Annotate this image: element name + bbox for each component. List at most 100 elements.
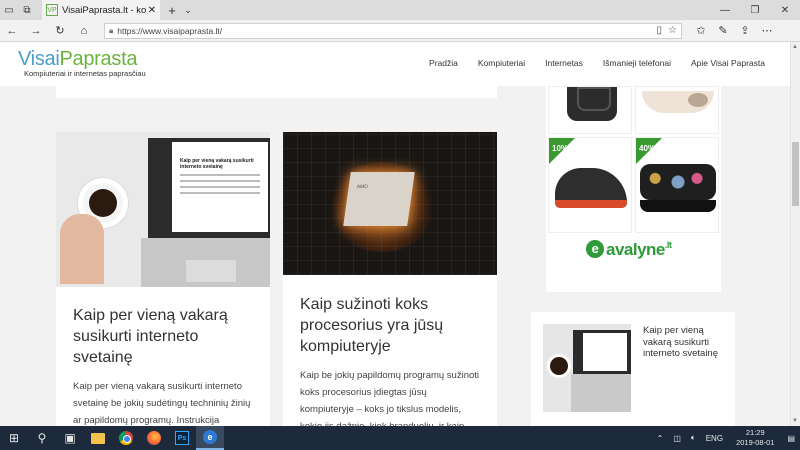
post-card[interactable]: AMD Kaip sužinoti koks procesorius yra j… xyxy=(283,132,497,426)
chrome-logo-icon xyxy=(119,431,133,445)
system-tray: ⌃ ◫ 🔈︎ ENG 21:29 2019-08-01 ▤ xyxy=(652,428,800,448)
thumb-keyboard xyxy=(571,374,631,412)
screen-document: Kaip per vieną vakarą susikurti internet… xyxy=(172,142,268,232)
window-controls: — ❐ ✕ xyxy=(710,5,800,16)
maximize-icon[interactable]: ❐ xyxy=(740,5,770,16)
logo-part-1: Visai xyxy=(18,48,60,70)
tab-title: VisaiPaprasta.lt - kompi xyxy=(62,4,146,16)
doc-line xyxy=(180,192,260,194)
photoshop-icon[interactable]: Ps xyxy=(168,426,196,450)
post-title[interactable]: Kaip per vieną vakarą susikurti internet… xyxy=(56,287,270,368)
windows-start-icon[interactable]: ⊞ xyxy=(0,426,28,450)
brand-tld: .lt xyxy=(664,240,672,250)
site-header: VisaiPaprasta Kompiuteriai ir internetas… xyxy=(0,42,790,86)
post-image-laptop[interactable]: Kaip per vieną vakarą susikurti internet… xyxy=(56,132,270,287)
back-icon[interactable]: ← xyxy=(0,25,24,37)
brand-name: avalyne xyxy=(606,240,665,259)
windows-taskbar: ⊞ ⚲ ▣ Ps e ⌃ ◫ 🔈︎ ENG 21:29 2019-08-01 ▤ xyxy=(0,426,800,450)
slide-sandal-icon xyxy=(640,164,716,212)
close-icon[interactable]: ✕ xyxy=(148,5,156,16)
firefox-logo-icon xyxy=(147,431,161,445)
discount-label: 10% xyxy=(552,144,569,153)
forward-icon[interactable]: → xyxy=(24,25,48,37)
scroll-up-icon[interactable]: ▲ xyxy=(792,44,798,50)
tab-overview-icon[interactable]: ⧉ xyxy=(18,0,36,20)
ad-product-sneaker[interactable]: 10% xyxy=(548,137,632,233)
menu-item-internetas[interactable]: Internetas xyxy=(545,58,583,68)
widget-post-title[interactable]: Kaip per vieną vakarą susikurti internet… xyxy=(643,325,727,360)
network-icon[interactable]: ◫ xyxy=(673,434,681,443)
flat-shoe-icon xyxy=(642,91,714,113)
post-title[interactable]: Kaip sužinoti koks procesorius yra jūsų … xyxy=(283,275,497,357)
chevron-down-icon[interactable]: ⌄ xyxy=(180,5,196,16)
sidebar-post-widget[interactable]: Kaip per vieną vakarą susikurti internet… xyxy=(531,312,735,426)
post-image-processor[interactable]: AMD xyxy=(283,132,497,275)
thumb-coffee-cup xyxy=(547,354,571,378)
firefox-icon[interactable] xyxy=(140,426,168,450)
new-tab-icon[interactable]: + xyxy=(164,3,180,18)
more-icon[interactable]: ⋯ xyxy=(756,24,778,37)
ad-product-backpack[interactable] xyxy=(548,86,632,134)
browser-tab[interactable]: VP VisaiPaprasta.lt - kompi ✕ xyxy=(42,0,160,20)
laptop-screen: Kaip per vieną vakarą susikurti internet… xyxy=(148,138,270,238)
window-close-icon[interactable]: ✕ xyxy=(770,5,800,16)
notifications-icon[interactable]: ▤ xyxy=(787,434,795,443)
share-icon[interactable]: ⇪ xyxy=(734,24,756,37)
chip-label: AMD xyxy=(356,184,369,190)
post-excerpt: Kaip per vieną vakarą susikurti internet… xyxy=(73,381,251,426)
main-menu: Pradžia Kompiuteriai Internetas Išmaniej… xyxy=(409,58,765,68)
reading-view-icon[interactable]: ▯ xyxy=(657,25,663,36)
ad-product-flat-shoe[interactable] xyxy=(635,86,719,134)
file-explorer-icon[interactable] xyxy=(84,426,112,450)
chevron-up-icon[interactable]: ⌃ xyxy=(657,434,664,443)
clock-date: 2019-08-01 xyxy=(736,438,775,447)
ad-product-slide[interactable]: 40% xyxy=(635,137,719,233)
discount-label: 40% xyxy=(639,144,656,153)
doc-line xyxy=(180,174,260,176)
logo-part-2: Paprasta xyxy=(59,48,138,70)
sneaker-icon xyxy=(555,168,627,208)
scroll-down-icon[interactable]: ▼ xyxy=(792,418,798,424)
laptop-touchpad xyxy=(186,260,236,282)
tab-actions-icon[interactable]: ▭ xyxy=(0,0,18,20)
search-icon[interactable]: ⚲ xyxy=(28,426,56,450)
minimize-icon[interactable]: — xyxy=(710,5,740,16)
home-icon[interactable]: ⌂ xyxy=(72,25,96,37)
eavalyne-logo[interactable]: e avalyne.lt xyxy=(586,240,672,260)
url-text[interactable]: https://www.visaipaprasta.lt/ xyxy=(117,26,650,36)
site-favicon-icon: VP xyxy=(46,4,58,16)
pen-icon[interactable]: ✎ xyxy=(712,24,734,37)
clock-time: 21:29 xyxy=(745,428,765,437)
hand-image xyxy=(60,214,104,284)
language-indicator[interactable]: ENG xyxy=(706,434,723,443)
task-view-icon[interactable]: ▣ xyxy=(56,426,84,450)
post-card[interactable]: Kaip per vieną vakarą susikurti internet… xyxy=(56,132,270,426)
widget-thumbnail[interactable] xyxy=(543,324,631,412)
clock[interactable]: 21:29 2019-08-01 xyxy=(736,428,774,448)
favorites-icon[interactable]: ✩ xyxy=(690,24,712,37)
address-bar[interactable]: 🔒︎ https://www.visaipaprasta.lt/ ▯ ☆ xyxy=(104,22,682,39)
screen-doc-title: Kaip per vieną vakarą susikurti internet… xyxy=(180,158,254,170)
refresh-icon[interactable]: ↻ xyxy=(48,24,72,37)
edge-icon[interactable]: e xyxy=(196,426,224,450)
main-content: Kaip per vieną vakarą susikurti internet… xyxy=(0,86,790,426)
chrome-icon[interactable] xyxy=(112,426,140,450)
menu-item-pradzia[interactable]: Pradžia xyxy=(429,58,458,68)
doc-line xyxy=(180,180,260,182)
photoshop-logo-icon: Ps xyxy=(175,431,189,445)
menu-item-ismanieji-telefonai[interactable]: Išmanieji telefonai xyxy=(603,58,671,68)
site-logo[interactable]: VisaiPaprasta xyxy=(18,48,137,71)
page-scrollbar[interactable]: ▲ ▼ xyxy=(790,42,800,426)
favorite-star-icon[interactable]: ☆ xyxy=(668,25,677,36)
backpack-icon xyxy=(567,87,617,121)
folder-icon xyxy=(91,432,105,444)
processor-chip: AMD xyxy=(343,172,415,226)
site-tagline: Kompiuteriai ir internetas paprasčiau xyxy=(24,69,146,78)
eavalyne-ad[interactable]: 10% 40% e avalyne.lt xyxy=(546,86,721,292)
volume-icon[interactable]: 🔈︎ xyxy=(691,433,696,443)
thumb-laptop-screen xyxy=(573,330,631,374)
scrollbar-thumb[interactable] xyxy=(792,142,799,206)
menu-item-kompiuteriai[interactable]: Kompiuteriai xyxy=(478,58,525,68)
eavalyne-mark-icon: e xyxy=(586,240,604,258)
menu-item-apie[interactable]: Apie Visai Paprasta xyxy=(691,58,765,68)
